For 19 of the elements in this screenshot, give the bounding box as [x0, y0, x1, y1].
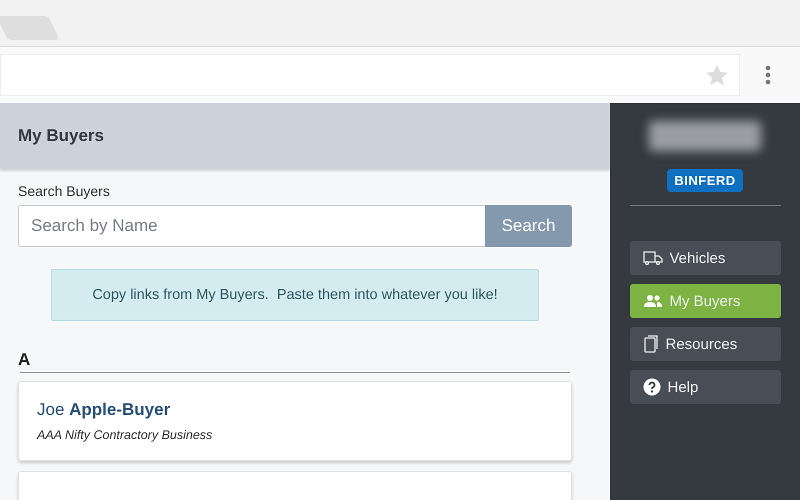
- truck-icon: [642, 251, 662, 265]
- page-title: My Buyers: [18, 126, 104, 146]
- buyer-card[interactable]: Joe Apple-Buyer AAA Nifty Contractory Business: [18, 381, 572, 461]
- buyer-company: AAA Nifty Contractory Business: [37, 428, 212, 442]
- section-letter: A: [18, 350, 30, 370]
- buyer-name[interactable]: Joe Apple-Buyer: [37, 400, 170, 420]
- search-field[interactable]: Search by Name: [18, 205, 485, 247]
- brand-logo: BINFERD: [667, 169, 743, 192]
- menu-icon[interactable]: [765, 65, 771, 85]
- help-icon: [642, 378, 660, 396]
- sidebar-item[interactable]: Vehicles: [630, 241, 780, 275]
- people-icon: [642, 294, 662, 308]
- sidebar-item[interactable]: Help: [630, 370, 780, 404]
- notebook-icon: [642, 335, 658, 353]
- sidebar-item[interactable]: Resources: [630, 327, 780, 361]
- star-icon[interactable]: [705, 64, 729, 86]
- search-label: Search Buyers: [18, 183, 110, 199]
- info-notice: Copy links from My Buyers. Paste them into whatever you like!: [51, 269, 539, 321]
- address-bar[interactable]: [0, 54, 740, 96]
